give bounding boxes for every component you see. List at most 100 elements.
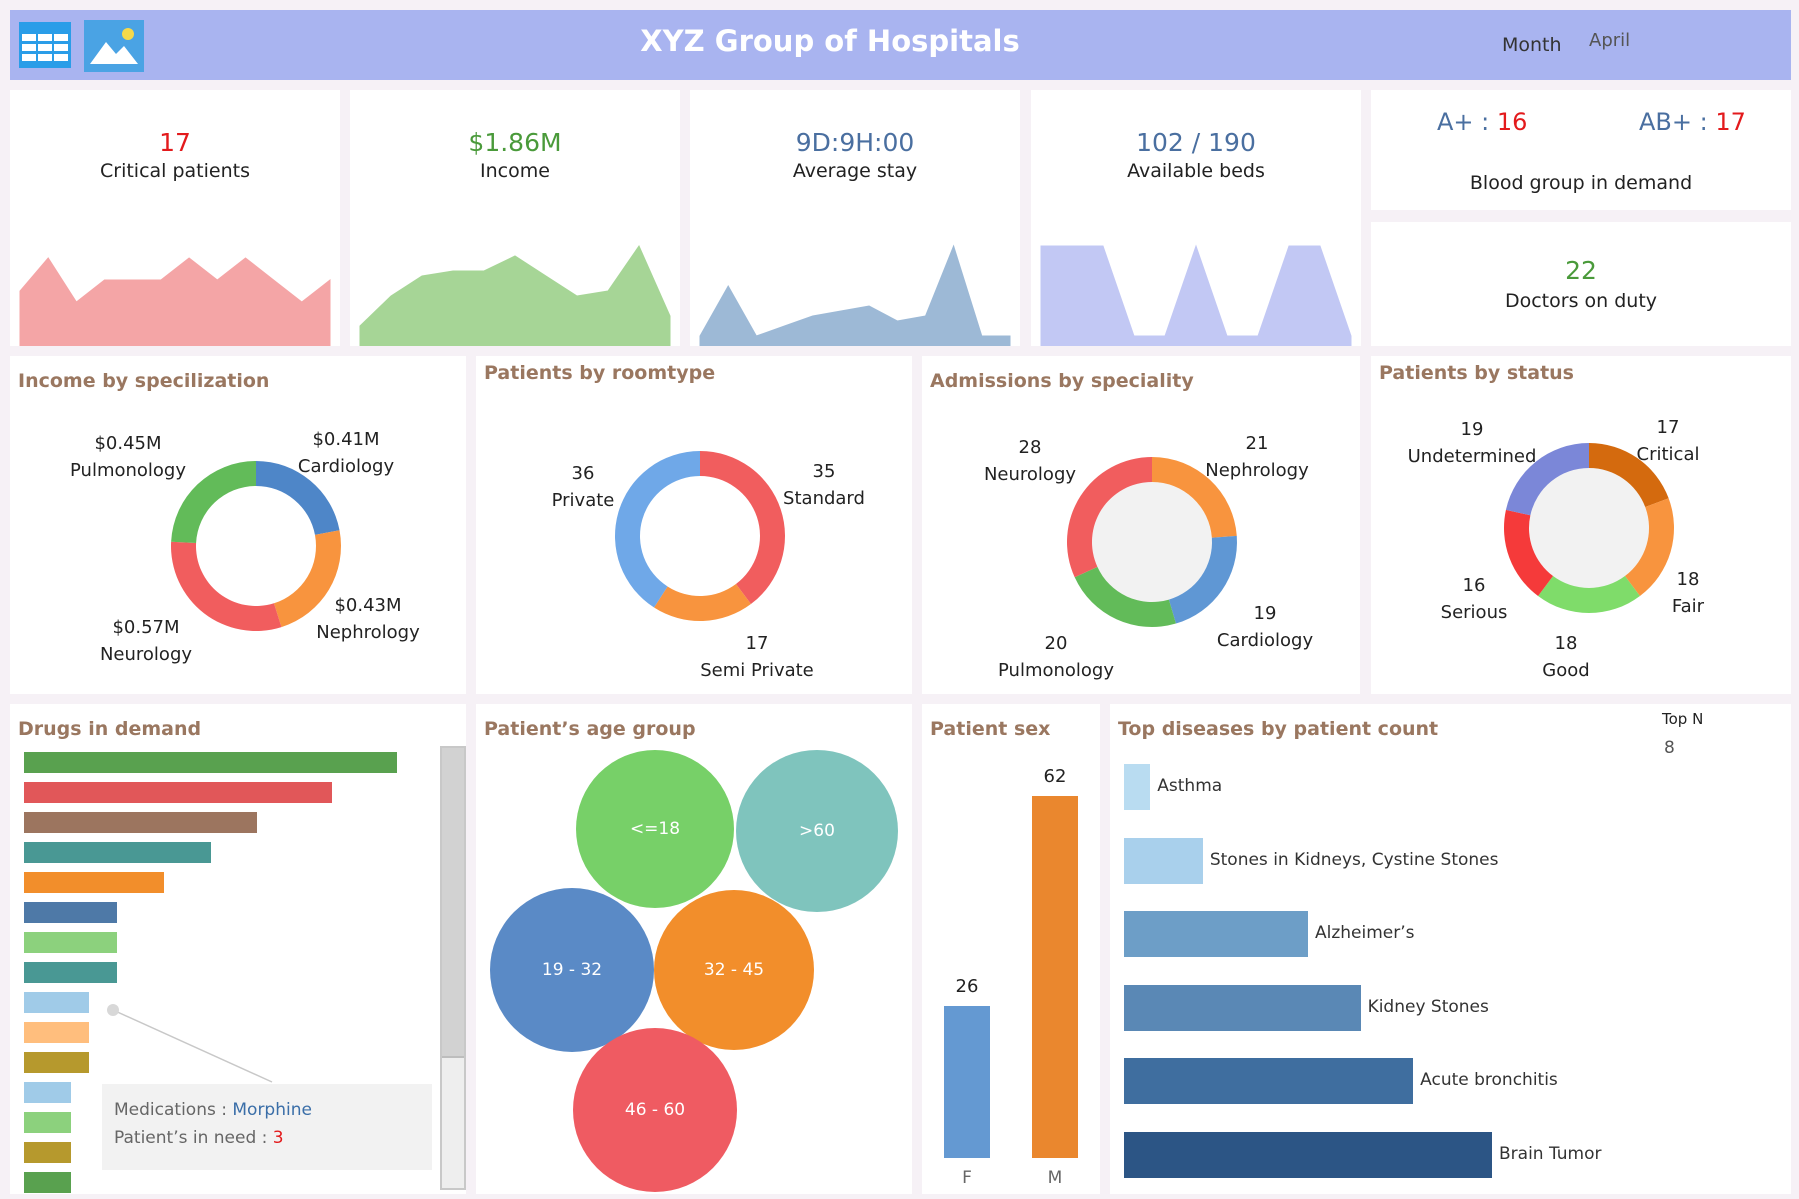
donut-label-nephrology: 21 Nephrology (1205, 433, 1309, 481)
kpi-card-income: $1.86M Income (350, 90, 680, 346)
disease-bar[interactable] (1124, 1131, 1492, 1178)
critical-sparkline (19, 257, 331, 346)
image-icon[interactable] (84, 20, 144, 72)
donut-label-pulmonology: 20 Pulmonology (997, 633, 1115, 681)
sex-bar-value: 62 (1043, 766, 1067, 787)
kpi-value: 102 / 190 (1136, 128, 1256, 157)
kpi-card-critical: 17 Critical patients (10, 90, 340, 346)
admissions-panel: Admissions by speciality 28 Neurology 21 N… (922, 356, 1360, 694)
blood-a-pos-value: 16 (1496, 108, 1528, 136)
table-icon[interactable] (18, 20, 78, 70)
header-bar: XYZ Group of Hospitals Month April (10, 10, 1791, 80)
disease-bar[interactable] (1124, 837, 1203, 884)
donut-label-fair: 18 Fair (1671, 569, 1705, 617)
sparkline-area (1040, 244, 1352, 346)
blood-a-pos-label: A+ (1437, 108, 1474, 136)
kpi-label: Average stay (792, 160, 918, 182)
blood-ab-pos-value: 17 (1715, 108, 1746, 136)
sex-panel: Patient sex 26 F 62 M (922, 704, 1100, 1194)
donut-slice-semi-private (654, 584, 751, 621)
month-filter-value[interactable]: April (1589, 30, 1630, 51)
age-bubble-32-45[interactable]: 32 - 45 (654, 890, 814, 1050)
sex-bar-m[interactable] (1032, 796, 1078, 1158)
kpi-card-beds: 102 / 190 Available beds (1031, 90, 1361, 346)
age-bubble-19-32[interactable]: 19 - 32 (490, 888, 654, 1052)
age-panel: Patient’s age group <=18 >60 19 - 32 32 … (476, 704, 912, 1194)
donut-label-cardiology: 19 Cardiology (1216, 603, 1314, 651)
dashboard-title: XYZ Group of Hospitals (640, 24, 1020, 58)
blood-a-pos: A+ : 16 (1437, 108, 1528, 136)
kpi-label: Doctors on duty (1504, 290, 1658, 312)
status-panel: Patients by status 19 Undetermined 17 Crit… (1371, 356, 1791, 694)
roomtype-donut (615, 451, 785, 621)
beds-sparkline (1040, 244, 1352, 346)
scrollbar-thumb[interactable] (442, 748, 464, 1058)
stay-sparkline (699, 244, 1011, 346)
kpi-label: Critical patients (99, 160, 250, 182)
kpi-label: Income (480, 160, 550, 182)
donut-label-private: 36 Private (551, 463, 615, 511)
disease-bar[interactable] (1124, 911, 1308, 957)
panel-title: Patient sex (930, 718, 1051, 740)
sex-bar-f[interactable] (944, 1006, 990, 1158)
donut-label-pulmonology: $0.45M Pulmonology (69, 433, 187, 481)
tooltip-need: Patient’s in need : 3 (114, 1128, 284, 1148)
disease-label: Asthma (1157, 776, 1223, 796)
income-spec-panel: Income by specilization $0.45M Pulmonolog… (10, 356, 466, 694)
kpi-label: Available beds (1127, 160, 1265, 182)
kpi-card-stay: 9D:9H:00 Average stay (690, 90, 1020, 346)
age-bubble-over-60[interactable]: >60 (736, 750, 898, 912)
donut-hole (1529, 468, 1649, 588)
donut-label-standard: 35 Standard (783, 461, 865, 509)
disease-bar[interactable] (1124, 764, 1151, 810)
drug-tooltip: Medications : Morphine Patient’s in need… (102, 1084, 432, 1170)
donut-label-semi-private: 17 Semi Private (700, 633, 814, 681)
roomtype-panel: Patients by roomtype 36 Private 35 Standar… (476, 356, 912, 694)
disease-label: Kidney Stones (1367, 996, 1489, 1017)
disease-label: Alzheimer’s (1315, 923, 1415, 943)
donut-label-neurology: 28 Neurology (983, 437, 1077, 485)
donut-label-nephrology: $0.43M Nephrology (316, 595, 420, 643)
donut-label-serious: 16 Serious (1440, 575, 1508, 623)
donut-label-neurology: $0.57M Neurology (99, 617, 193, 665)
kpi-card-doctors: 22 Doctors on duty (1371, 222, 1791, 346)
blood-ab-pos: AB+ : 17 (1639, 108, 1746, 136)
sparkline-area (699, 244, 1011, 346)
kpi-value: $1.86M (468, 128, 562, 157)
panel-title: Top diseases by patient count (1118, 718, 1439, 740)
blood-ab-pos-label: AB+ (1639, 108, 1692, 136)
donut-label-critical: 17 Critical (1636, 417, 1700, 465)
donut-hole (1092, 482, 1212, 602)
sparkline-area (19, 257, 331, 346)
sex-bar-value: 26 (955, 976, 979, 998)
sex-category-label: F (962, 1168, 972, 1188)
panel-title: Patient’s age group (484, 718, 696, 740)
age-bubble-under-18[interactable]: <=18 (576, 750, 734, 908)
drugs-panel: Drugs in demand Medications : Morphine P… (10, 704, 466, 1194)
donut-label-undetermined: 19 Undetermined (1407, 419, 1537, 467)
sex-category-label: M (1047, 1168, 1063, 1188)
donut-label-good: 18 Good (1542, 633, 1590, 681)
tooltip-medication: Medications : Morphine (114, 1100, 312, 1120)
disease-bar[interactable] (1124, 1058, 1414, 1104)
disease-bar[interactable] (1124, 984, 1361, 1031)
diseases-panel: Top diseases by patient count Top N 8 As… (1110, 704, 1791, 1194)
disease-label: Brain Tumor (1499, 1143, 1602, 1164)
income-sparkline (359, 244, 671, 346)
donut-slice-standard (700, 451, 785, 605)
disease-label: Acute bronchitis (1420, 1070, 1558, 1090)
kpi-label: Blood group in demand (1469, 172, 1693, 194)
month-filter-label: Month (1502, 34, 1562, 56)
top-n-value[interactable]: 8 (1664, 738, 1675, 758)
kpi-value: 22 (1565, 256, 1597, 285)
age-bubble-46-60[interactable]: 46 - 60 (573, 1028, 737, 1192)
disease-label: Stones in Kidneys, Cystine Stones (1209, 849, 1499, 870)
sparkline-area (359, 244, 671, 346)
top-n-label: Top N (1662, 710, 1704, 728)
kpi-value: 9D:9H:00 (795, 128, 915, 157)
kpi-value: 17 (159, 128, 191, 157)
donut-slice-private (615, 451, 700, 608)
drugs-scrollbar[interactable] (440, 746, 466, 1190)
donut-label-cardiology: $0.41M Cardiology (297, 429, 395, 477)
kpi-card-blood: A+ : 16 AB+ : 17 Blood group in demand (1371, 90, 1791, 210)
